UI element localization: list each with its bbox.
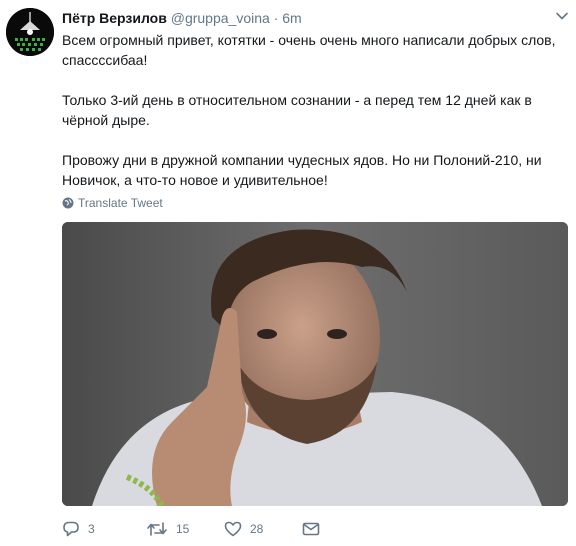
user-handle[interactable]: @gruppa_voina [171,10,270,26]
tweet-paragraph: Всем огромный привет, котятки - очень оч… [62,32,556,68]
heart-icon [224,521,242,537]
like-button[interactable]: 28 [224,516,263,542]
portrait-photo [62,222,568,506]
display-name[interactable]: Пётр Верзилов [62,10,167,26]
translate-label[interactable]: Translate Tweet [78,196,163,210]
tweet-paragraph: Провожу дни в дружной компании чудесных … [62,152,542,188]
tweet-text: Всем огромный привет, котятки - очень оч… [62,30,567,190]
tweet-paragraph: Только 3-ий день в относительном сознани… [62,92,532,128]
avatar-lamp-icon [6,8,54,56]
tweet-header: Пётр Верзилов @gruppa_voina · 6m [62,8,568,28]
reply-button[interactable]: 3 [62,516,95,542]
reply-icon [63,521,79,537]
separator-dot: · [273,10,279,26]
avatar[interactable] [6,8,54,56]
envelope-icon [302,522,320,536]
globe-icon [62,197,74,209]
timestamp[interactable]: 6m [282,10,301,26]
retweet-count: 15 [176,522,190,536]
tweet-photo[interactable] [62,222,568,506]
reply-count: 3 [88,522,95,536]
like-count: 28 [250,522,264,536]
chevron-down-icon[interactable] [554,8,570,24]
retweet-button[interactable]: 15 [146,516,189,542]
translate-tweet-link[interactable]: Translate Tweet [62,195,163,211]
direct-message-button[interactable] [302,516,320,542]
retweet-icon [147,522,167,536]
